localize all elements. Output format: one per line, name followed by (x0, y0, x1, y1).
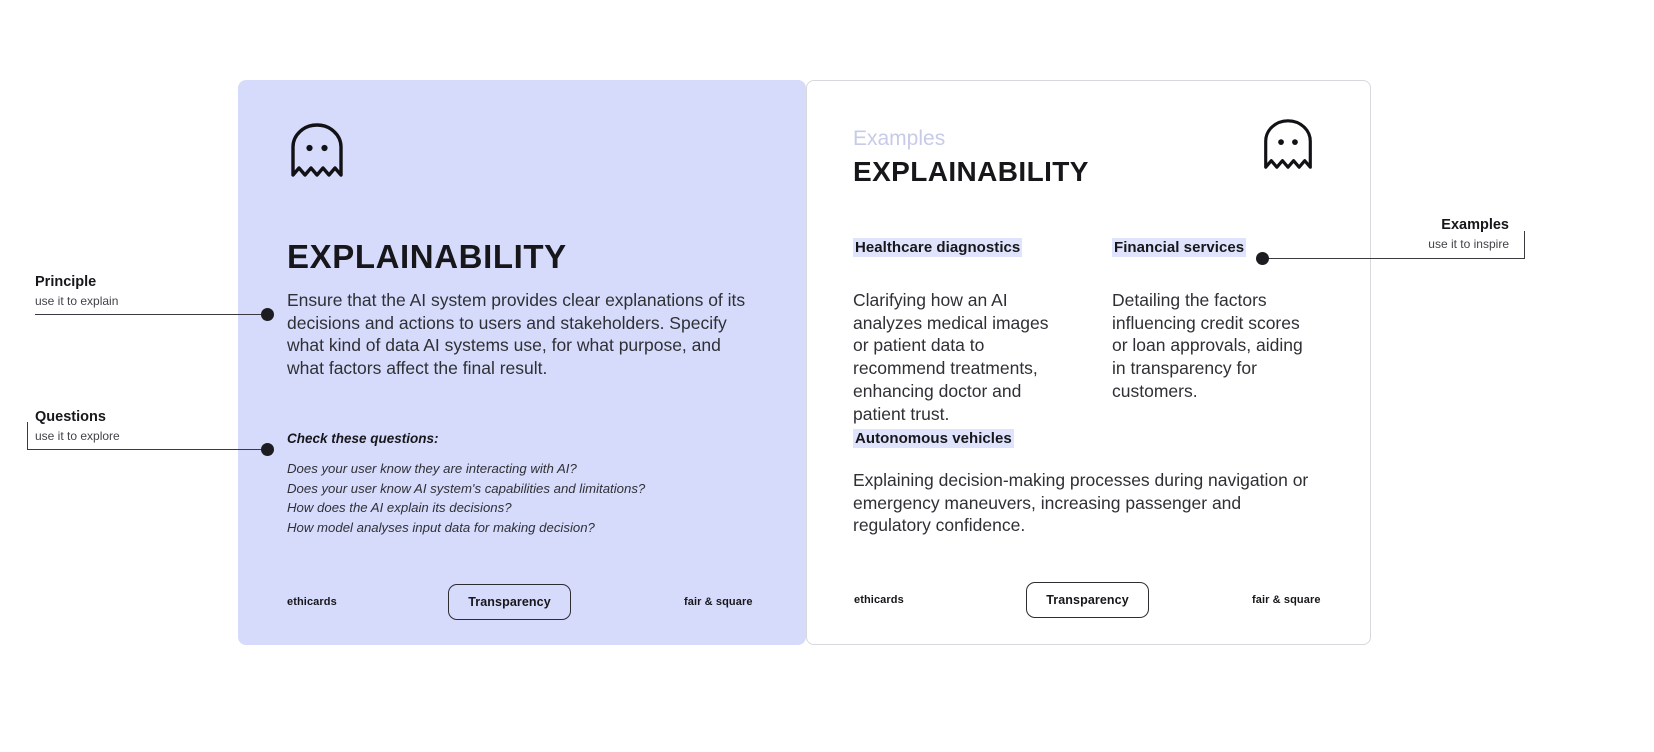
example-heading-healthcare: Healthcare diagnostics (853, 238, 1023, 257)
tagline: fair & square (1252, 594, 1321, 606)
example-body-financial: Detailing the factors influencing credit… (1112, 290, 1303, 401)
callout-examples-leader-line (1266, 258, 1524, 259)
example-body-healthcare: Clarifying how an AI analyzes medical im… (853, 290, 1049, 424)
callout-examples-subtitle: use it to inspire (1428, 237, 1509, 251)
questions-list: Does your user know they are interacting… (287, 459, 707, 538)
ethicards-card-canvas: EXPLAINABILITY Ensure that the AI system… (0, 0, 1654, 752)
callout-principle-leader-line (35, 314, 271, 315)
brand-logo: ethicards (287, 596, 337, 608)
callout-questions-title: Questions (35, 409, 106, 425)
transparency-pill-button[interactable]: Transparency (1026, 582, 1149, 618)
callout-examples-leader-vertical (1524, 231, 1525, 259)
list-item: How does the AI explain its decisions? (287, 500, 512, 516)
examples-kicker: Examples (853, 127, 946, 150)
callout-examples-dot (1256, 252, 1269, 265)
ghost-icon (1262, 117, 1314, 176)
callout-principle-subtitle: use it to explain (35, 294, 119, 308)
brand-logo: ethicards (854, 594, 904, 606)
tagline: fair & square (684, 596, 753, 608)
example-body-autonomous: Explaining decision-making processes dur… (853, 470, 1309, 536)
examples-title: EXPLAINABILITY (853, 156, 1089, 187)
callout-questions-dot (261, 443, 274, 456)
example-heading-financial: Financial services (1112, 238, 1247, 257)
list-item: How model analyses input data for making… (287, 520, 595, 536)
callout-questions-leader-line (27, 449, 272, 450)
example-heading-autonomous: Autonomous vehicles (853, 429, 1014, 448)
page-title: EXPLAINABILITY (287, 238, 567, 275)
ghost-icon (289, 121, 345, 184)
list-item: Does your user know they are interacting… (287, 461, 577, 476)
transparency-pill-button[interactable]: Transparency (448, 584, 571, 620)
callout-principle-dot (261, 308, 274, 321)
principle-body: Ensure that the AI system provides clear… (287, 290, 746, 378)
callout-questions-subtitle: use it to explore (35, 429, 120, 443)
callout-principle-title: Principle (35, 274, 97, 290)
callout-questions-leader-vertical (27, 422, 28, 449)
list-item: Does your user know AI system's capabili… (287, 480, 646, 496)
callout-examples-title: Examples (1441, 217, 1509, 233)
questions-heading: Check these questions: (287, 431, 439, 446)
